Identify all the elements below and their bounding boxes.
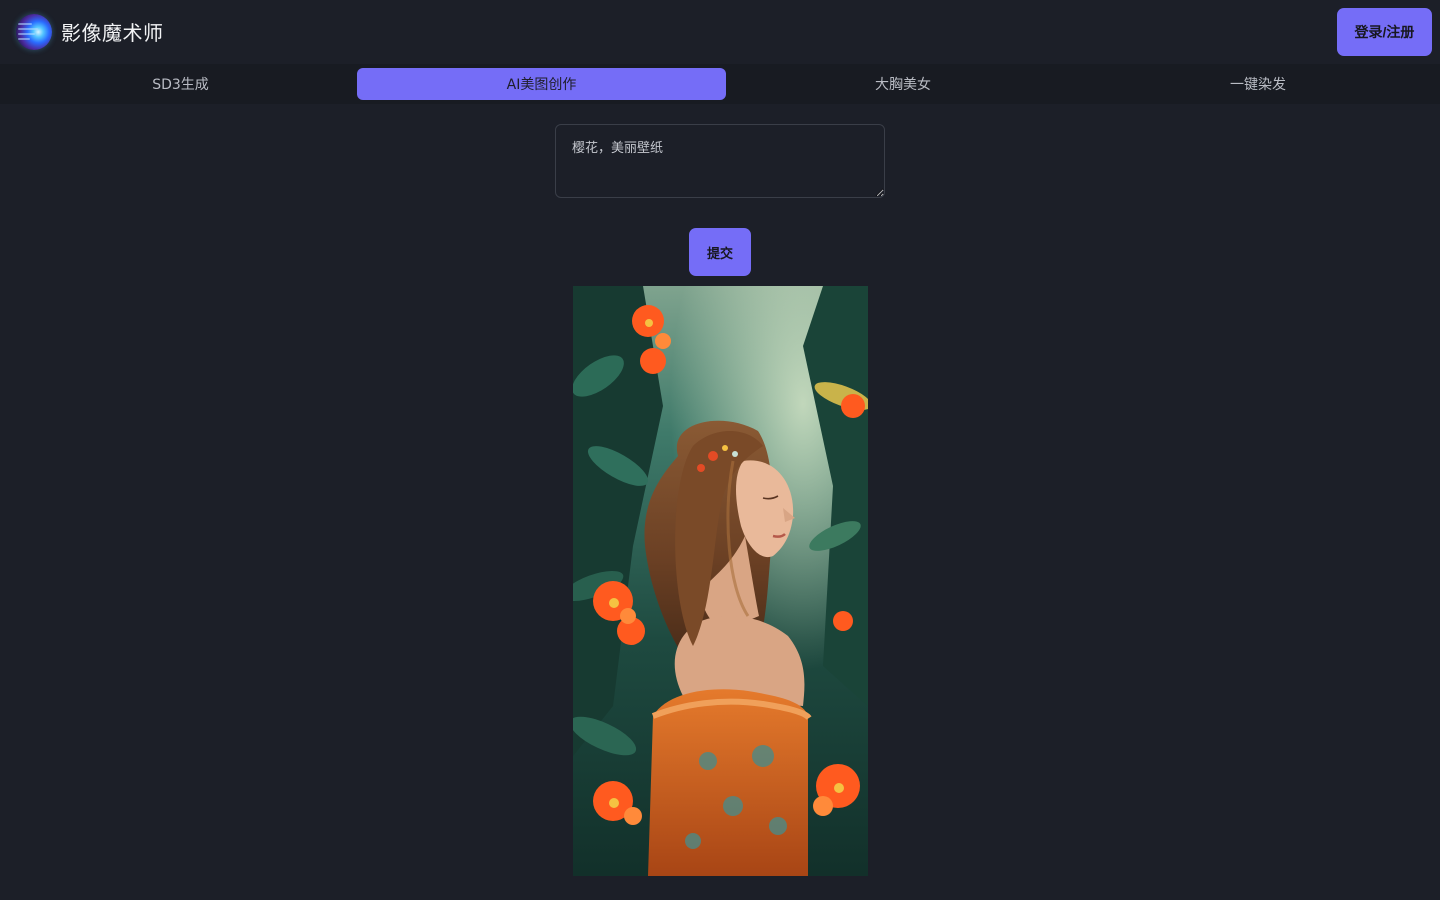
- tab-hair-dye[interactable]: 一键染发: [1080, 68, 1436, 100]
- login-register-button[interactable]: 登录/注册: [1337, 8, 1432, 56]
- tab-beauty[interactable]: 大胸美女: [726, 68, 1080, 100]
- app-title: 影像魔术师: [61, 21, 164, 45]
- tab-bar: SD3生成 AI美图创作 大胸美女 一键染发: [0, 64, 1440, 104]
- tab-sd3-generate[interactable]: SD3生成: [4, 68, 357, 100]
- generated-image-artwork: [573, 286, 868, 876]
- submit-button[interactable]: 提交: [689, 228, 751, 276]
- tab-ai-beauty-creation[interactable]: AI美图创作: [357, 68, 726, 100]
- generated-image: [573, 286, 868, 876]
- app-header: 影像魔术师 登录/注册: [0, 0, 1440, 64]
- logo-orb-icon: [16, 14, 52, 50]
- prompt-input[interactable]: [555, 124, 885, 198]
